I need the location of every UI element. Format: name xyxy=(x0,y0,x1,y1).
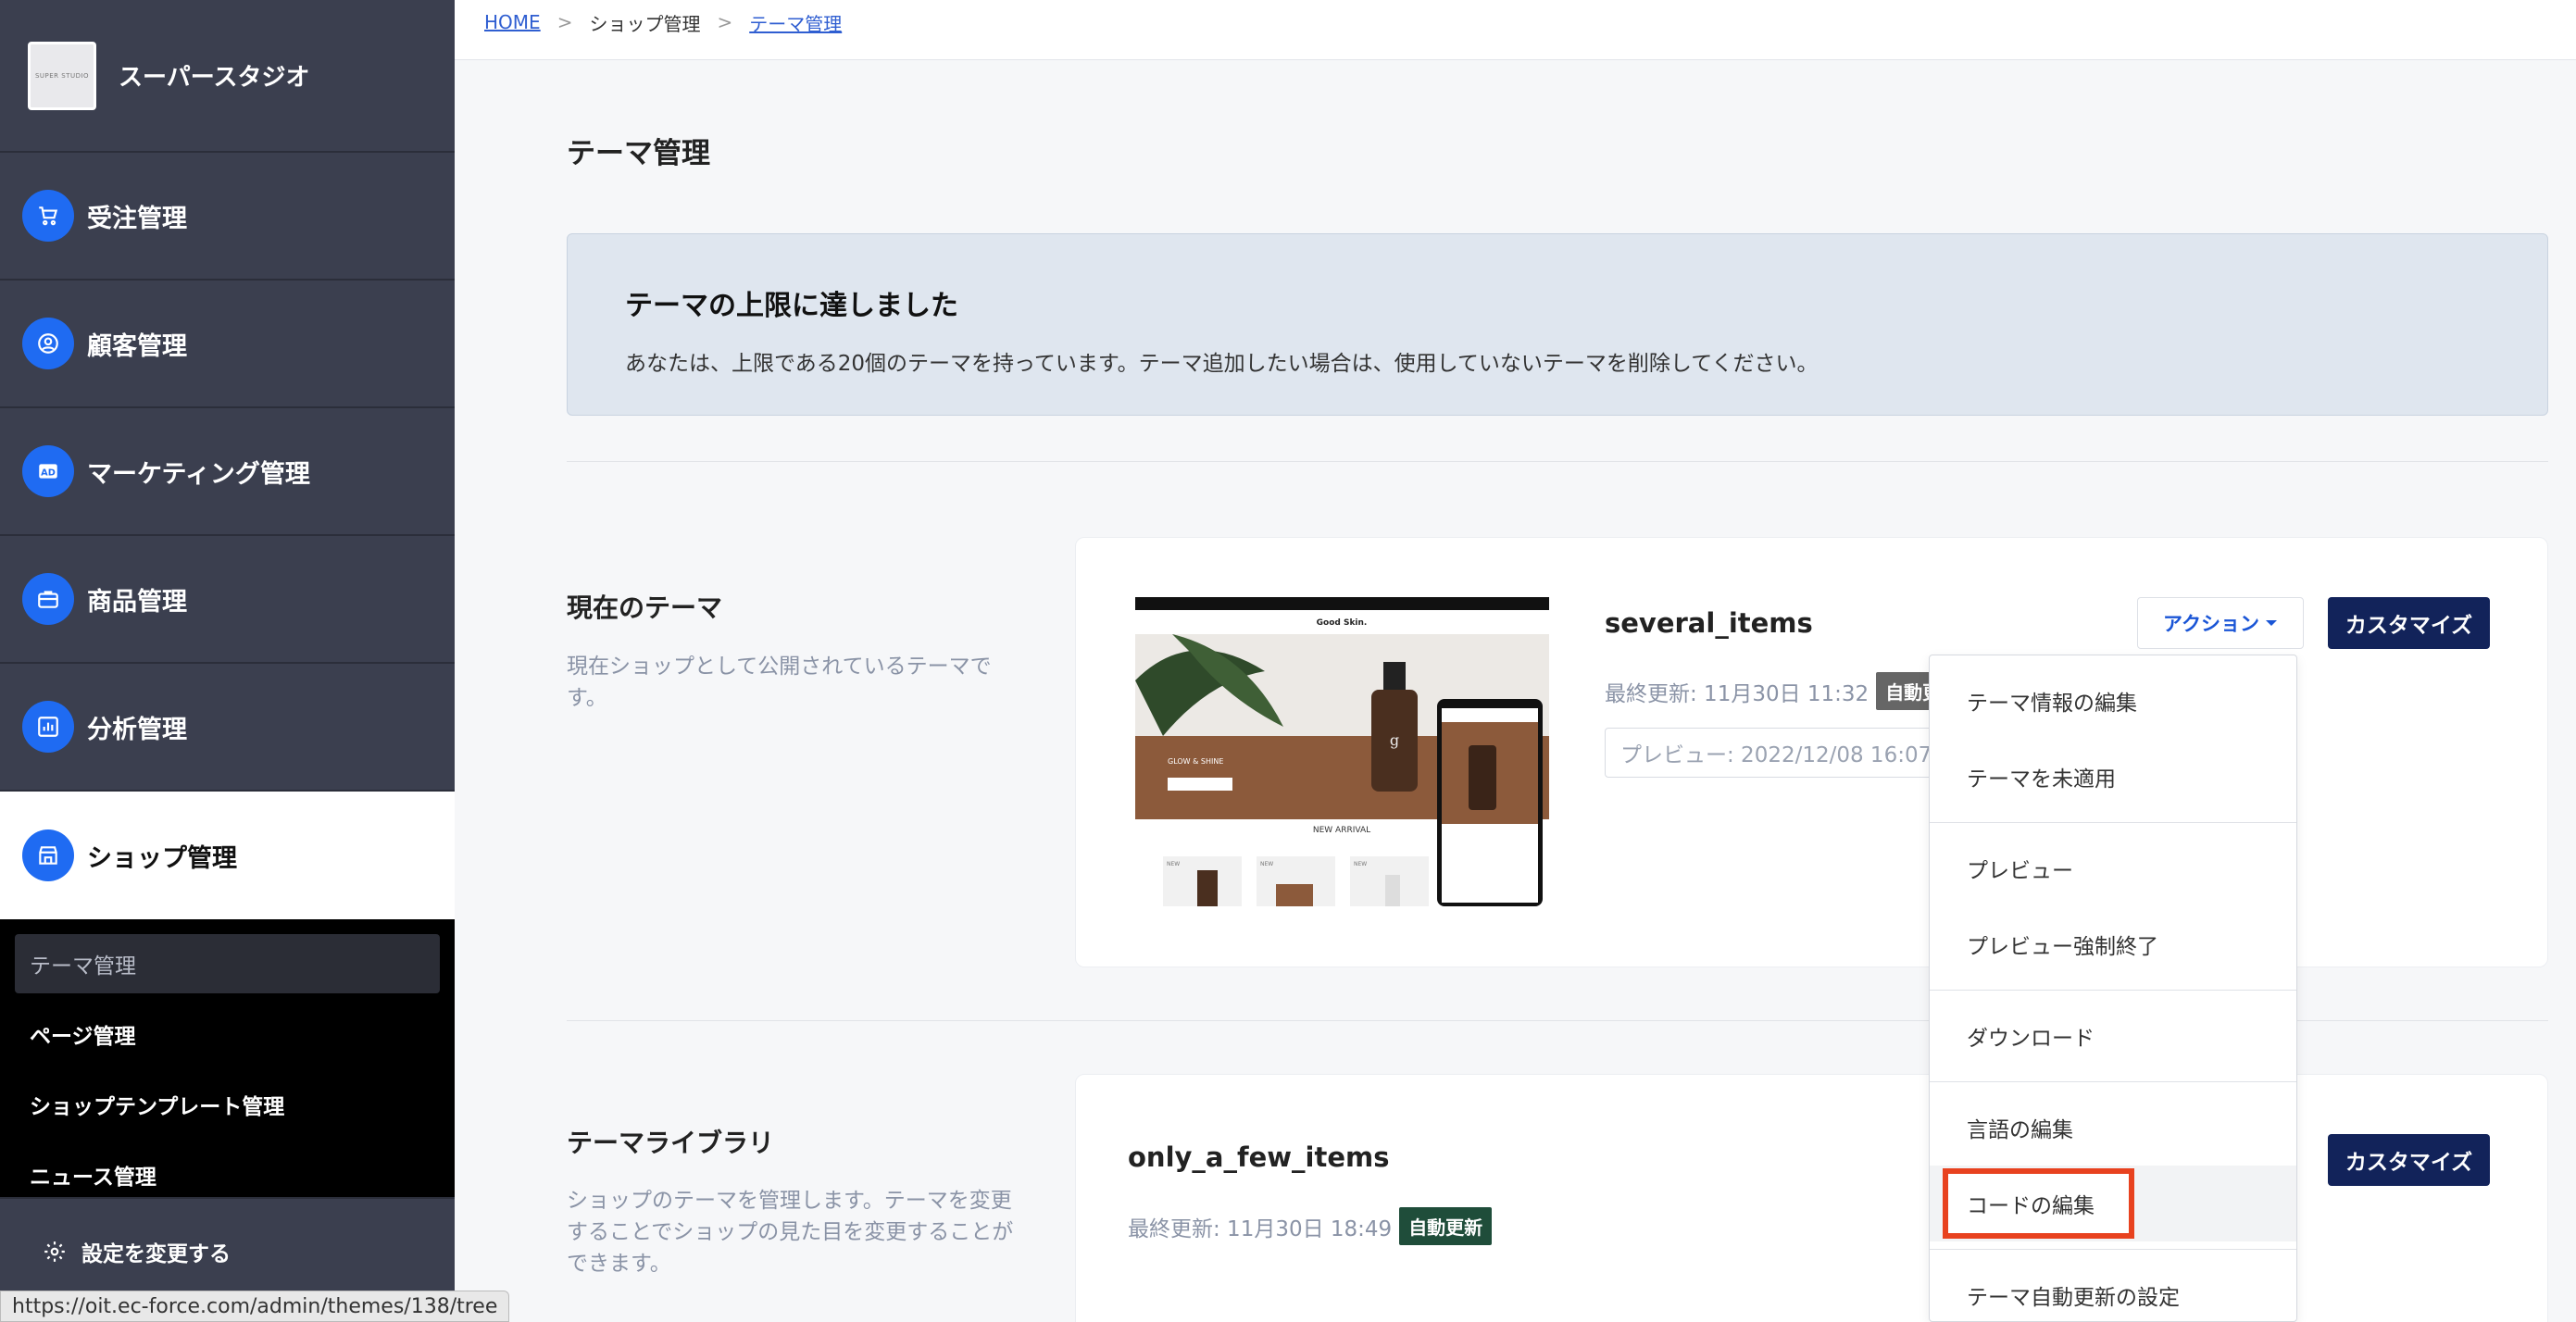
nav-label: 分析管理 xyxy=(87,715,187,744)
divider xyxy=(567,461,2548,462)
sub-nav: テーマ管理 ページ管理 ショップテンプレート管理 ニュース管理 xyxy=(0,919,455,1197)
menu-item-download[interactable]: ダウンロード xyxy=(1930,998,2296,1074)
chart-icon xyxy=(22,701,74,753)
customize-button[interactable]: カスタマイズ xyxy=(2328,597,2490,649)
action-label: アクション xyxy=(2163,613,2259,635)
nav-item-products[interactable]: 商品管理 xyxy=(0,536,455,664)
library-theme-card: only_a_few_items 最終更新: 11月30日 18:49 自動更新… xyxy=(1075,1074,2548,1322)
updated-text: 最終更新: 11月30日 11:32 xyxy=(1605,681,1869,706)
brand-name: スーパースタジオ xyxy=(119,64,310,92)
limit-notice: テーマの上限に達しました あなたは、上限である20個のテーマを持っています。テー… xyxy=(567,233,2548,416)
updated-text: 最終更新: 11月30日 18:49 xyxy=(1128,1216,1393,1241)
nav-label: マーケティング管理 xyxy=(87,459,310,489)
notice-body: あなたは、上限である20個のテーマを持っています。テーマ追加したい場合は、使用し… xyxy=(625,352,1819,376)
menu-item-force-end-preview[interactable]: プレビュー強制終了 xyxy=(1930,906,2296,982)
caret-down-icon xyxy=(2265,620,2277,626)
library-title: テーマライブラリ xyxy=(567,1128,775,1158)
menu-item-preview[interactable]: プレビュー xyxy=(1930,830,2296,906)
menu-item-edit-theme-info[interactable]: テーマ情報の編集 xyxy=(1930,663,2296,739)
thumb-brand: Good Skin. xyxy=(1317,618,1368,628)
library-theme-updated: 最終更新: 11月30日 18:49 自動更新 xyxy=(1128,1207,1493,1245)
current-theme-name: several_items xyxy=(1605,607,1813,639)
library-desc: ショップのテーマを管理します。テーマを変更することでショップの見た目を変更するこ… xyxy=(567,1189,1014,1276)
gear-icon xyxy=(44,1241,65,1262)
svg-text:AD: AD xyxy=(41,468,56,478)
nav-item-shop[interactable]: ショップ管理 xyxy=(0,792,455,919)
menu-divider xyxy=(1930,1249,2296,1250)
menu-item-unapply-theme[interactable]: テーマを未適用 xyxy=(1930,739,2296,815)
breadcrumb-separator: > xyxy=(717,11,733,33)
briefcase-icon xyxy=(22,573,74,625)
store-icon xyxy=(22,829,74,881)
sub-item-themes[interactable]: テーマ管理 xyxy=(15,934,440,993)
current-theme-desc: 現在ショップとして公開されているテーマです。 xyxy=(567,655,992,710)
brand-logo: SUPER STUDIO xyxy=(28,41,96,110)
customize-button[interactable]: カスタマイズ xyxy=(2328,1134,2490,1186)
menu-divider xyxy=(1930,1081,2296,1082)
menu-item-edit-code[interactable]: コードの編集 xyxy=(1930,1166,2296,1241)
breadcrumb: HOME > ショップ管理 > テーマ管理 xyxy=(455,0,2576,60)
status-bar-url: https://oit.ec-force.com/admin/themes/13… xyxy=(0,1291,509,1322)
nav-label: 商品管理 xyxy=(87,587,187,617)
cart-icon xyxy=(22,190,74,242)
nav-item-marketing[interactable]: AD マーケティング管理 xyxy=(0,408,455,536)
library-theme-name: only_a_few_items xyxy=(1128,1141,1390,1173)
action-dropdown-menu: テーマ情報の編集 テーマを未適用 プレビュー プレビュー強制終了 ダウンロード … xyxy=(1929,655,2297,1322)
current-theme-title: 現在のテーマ xyxy=(567,592,723,623)
preview-field[interactable]: プレビュー: 2022/12/08 16:07 xyxy=(1605,728,1975,778)
sub-item-pages[interactable]: ページ管理 xyxy=(15,1004,440,1064)
thumb-tag: NEW xyxy=(1167,861,1180,867)
menu-item-auto-update-settings[interactable]: テーマ自動更新の設定 xyxy=(1930,1257,2296,1321)
nav-item-analytics[interactable]: 分析管理 xyxy=(0,664,455,792)
auto-update-badge: 自動更新 xyxy=(1399,1207,1493,1245)
theme-thumbnail: Good Skin. g GLOW & SHINE NEW ARRIVAL NE… xyxy=(1135,597,1549,906)
action-dropdown-button[interactable]: アクション xyxy=(2137,597,2304,649)
brand[interactable]: SUPER STUDIO スーパースタジオ xyxy=(0,0,455,153)
notice-title: テーマの上限に達しました xyxy=(625,290,958,322)
main-content: HOME > ショップ管理 > テーマ管理 テーマ管理 テーマの上限に達しました… xyxy=(455,0,2576,1322)
user-circle-icon xyxy=(22,318,74,369)
ad-icon: AD xyxy=(22,445,74,497)
settings-label: 設定を変更する xyxy=(81,1241,231,1266)
menu-item-edit-language[interactable]: 言語の編集 xyxy=(1930,1090,2296,1166)
page-title: テーマ管理 xyxy=(567,137,710,170)
nav-label: ショップ管理 xyxy=(87,843,237,873)
thumb-section: NEW ARRIVAL xyxy=(1313,826,1370,835)
sub-item-news[interactable]: ニュース管理 xyxy=(15,1145,440,1204)
menu-item-label: コードの編集 xyxy=(1967,1194,2095,1218)
nav-label: 受注管理 xyxy=(87,204,187,233)
thumb-tag: NEW xyxy=(1260,861,1273,867)
current-theme-card: Good Skin. g GLOW & SHINE NEW ARRIVAL NE… xyxy=(1075,537,2548,967)
breadcrumb-shop: ショップ管理 xyxy=(589,12,701,35)
nav-item-customers[interactable]: 顧客管理 xyxy=(0,281,455,408)
menu-divider xyxy=(1930,822,2296,823)
highlight-box: コードの編集 xyxy=(1943,1168,2134,1239)
nav-item-orders[interactable]: 受注管理 xyxy=(0,153,455,281)
breadcrumb-home[interactable]: HOME xyxy=(484,11,541,33)
sub-item-shop-templates[interactable]: ショップテンプレート管理 xyxy=(15,1075,440,1134)
thumb-bottle-mark: g xyxy=(1390,731,1399,749)
breadcrumb-current[interactable]: テーマ管理 xyxy=(749,9,842,36)
sidebar: SUPER STUDIO スーパースタジオ 受注管理 顧客管理 AD マーケティ… xyxy=(0,0,455,1322)
breadcrumb-separator: > xyxy=(556,11,573,33)
thumb-hero-text: GLOW & SHINE xyxy=(1168,757,1223,766)
thumb-tag: NEW xyxy=(1354,861,1367,867)
menu-divider xyxy=(1930,990,2296,991)
nav-label: 顧客管理 xyxy=(87,331,187,361)
current-theme-updated: 最終更新: 11月30日 11:32 自動更新 xyxy=(1605,672,1970,710)
